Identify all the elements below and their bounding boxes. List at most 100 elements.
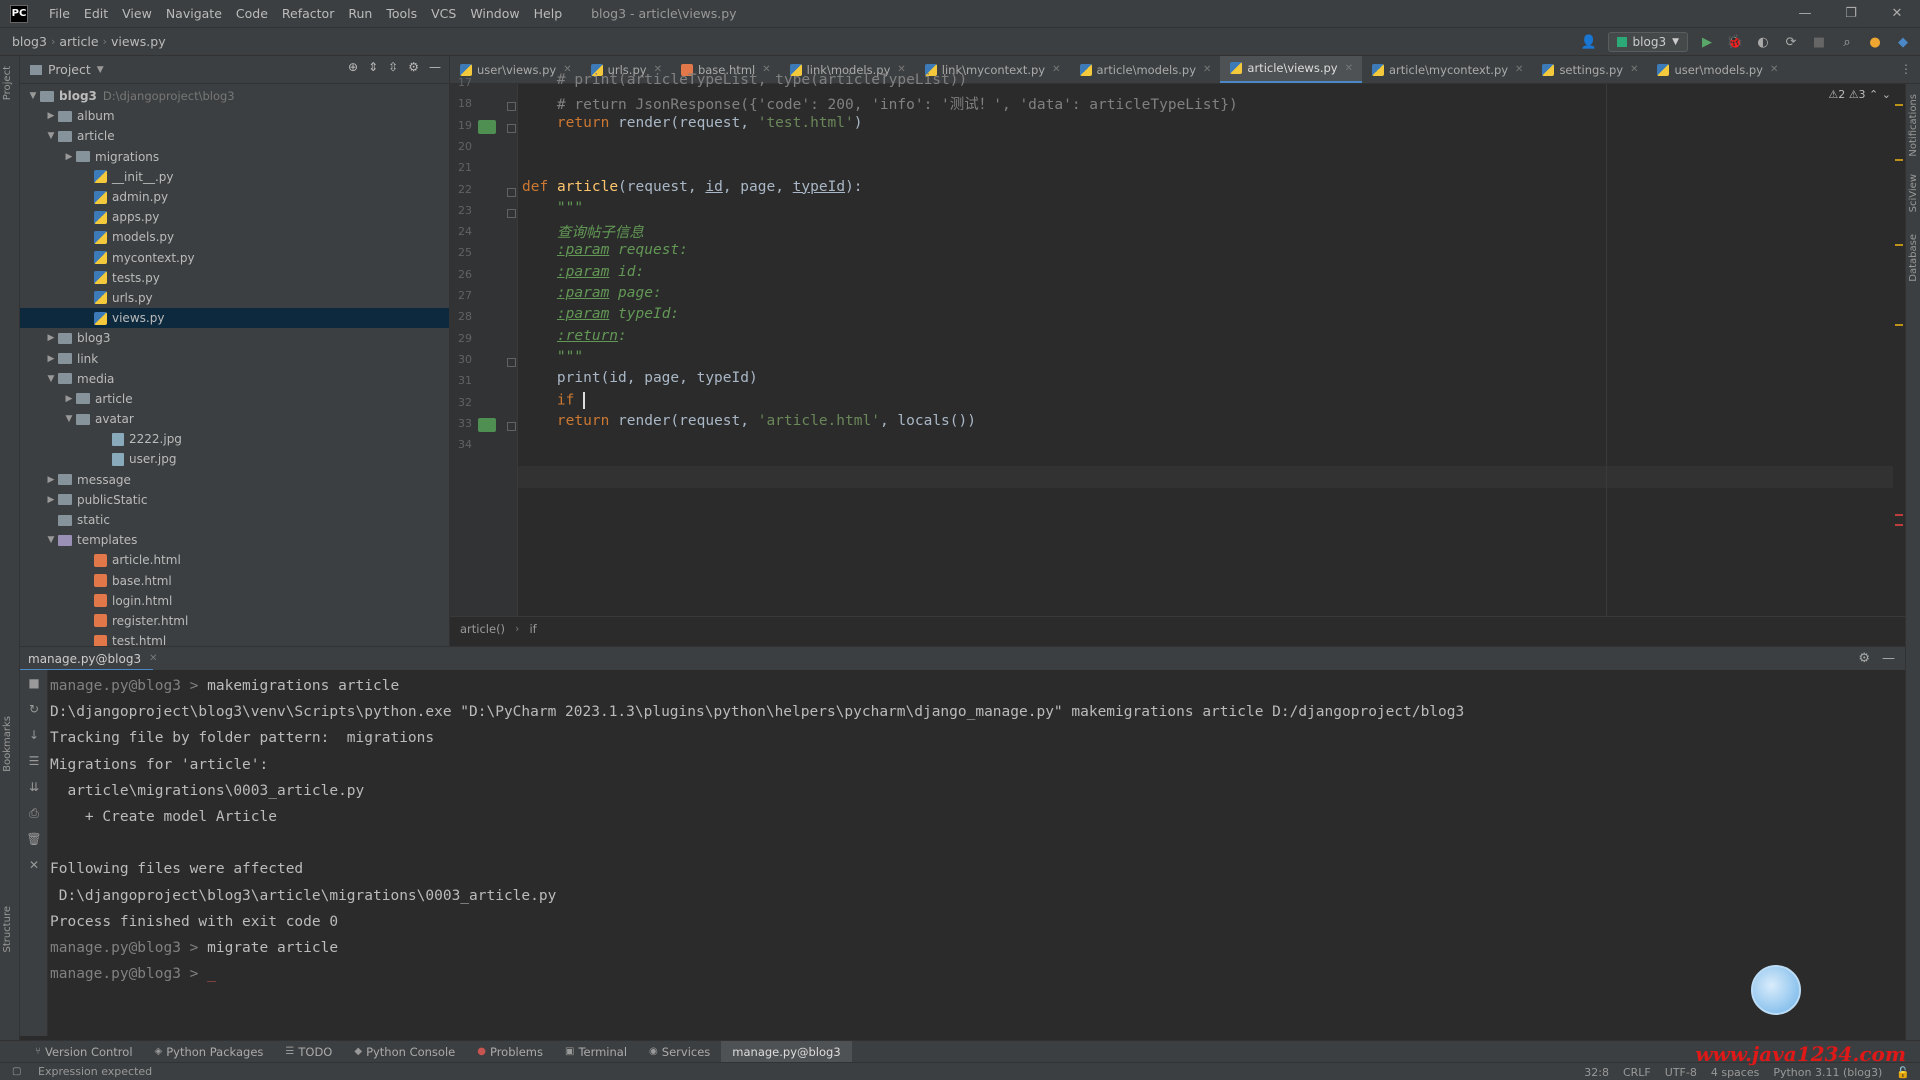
tree-item[interactable]: models.py bbox=[20, 227, 449, 247]
close-icon[interactable]: ✕ bbox=[149, 653, 157, 664]
close-icon[interactable]: ✕ bbox=[26, 858, 42, 874]
tree-item[interactable]: ▼ blog3 D:\djangoproject\blog3 bbox=[20, 86, 449, 106]
menu-file[interactable]: File bbox=[42, 6, 77, 21]
tree-item[interactable]: urls.py bbox=[20, 288, 449, 308]
tree-item[interactable]: ▶ blog3 bbox=[20, 328, 449, 348]
tree-item[interactable]: ▼ templates bbox=[20, 530, 449, 550]
tree-item[interactable]: article.html bbox=[20, 550, 449, 570]
menu-window[interactable]: Window bbox=[463, 6, 526, 21]
tree-item[interactable]: ▼ media bbox=[20, 369, 449, 389]
fold-marker-icon[interactable] bbox=[507, 357, 516, 367]
tree-item[interactable]: base.html bbox=[20, 571, 449, 591]
gear-icon[interactable]: ⚙ bbox=[1858, 651, 1870, 666]
editor-tab[interactable]: user\models.py ✕ bbox=[1647, 56, 1787, 83]
menu-help[interactable]: Help bbox=[527, 6, 570, 21]
code-line[interactable]: :param id: bbox=[522, 264, 644, 280]
code-editor[interactable]: 17 18 19 20 21 22 23 24 25 26 27 28 29 30 31 32 33 34 # p… bbox=[450, 72, 1905, 616]
print-icon[interactable]: ⎙ bbox=[26, 806, 42, 822]
close-icon[interactable]: ✕ bbox=[1052, 64, 1060, 75]
profile-icon[interactable]: ⟳ bbox=[1782, 33, 1800, 51]
tree-item[interactable]: user.jpg bbox=[20, 449, 449, 469]
code-line[interactable]: # return JsonResponse({'code': 200, 'inf… bbox=[522, 93, 1238, 114]
hide-icon[interactable]: — bbox=[1882, 651, 1895, 666]
minimize-button[interactable]: — bbox=[1782, 0, 1828, 28]
breadcrumb-file[interactable]: views.py bbox=[107, 34, 170, 49]
expanded-arrow-icon[interactable]: ▼ bbox=[44, 374, 58, 384]
tree-item[interactable]: admin.py bbox=[20, 187, 449, 207]
code-line[interactable]: # print(articleTypeList, type(articleTyp… bbox=[522, 72, 967, 88]
soft-wrap-icon[interactable]: ☰ bbox=[26, 754, 42, 770]
caret-position[interactable]: 32:8 bbox=[1584, 1066, 1609, 1079]
view-template-icon[interactable] bbox=[478, 417, 496, 432]
editor-scrollbar[interactable] bbox=[1893, 84, 1905, 616]
more-icon[interactable]: ⋮ bbox=[1900, 62, 1912, 76]
breadcrumb-function[interactable]: article() bbox=[460, 622, 505, 636]
search-icon[interactable]: ⌕ bbox=[1838, 33, 1856, 51]
debug-icon[interactable]: 🐞 bbox=[1726, 33, 1744, 51]
close-icon[interactable]: ✕ bbox=[1345, 63, 1353, 74]
maximize-button[interactable]: ❐ bbox=[1828, 0, 1874, 28]
rerun-icon[interactable]: ↻ bbox=[26, 702, 42, 718]
line-separator[interactable]: CRLF bbox=[1623, 1066, 1651, 1079]
collapsed-arrow-icon[interactable]: ▶ bbox=[62, 394, 76, 404]
console-output[interactable]: manage.py@blog3 > makemigrations article… bbox=[48, 670, 1905, 1036]
close-button[interactable]: ✕ bbox=[1874, 0, 1920, 28]
tool-window-tab[interactable]: ◈ Python Packages bbox=[144, 1045, 275, 1059]
tool-window-tab[interactable]: ▣ Terminal bbox=[554, 1045, 638, 1059]
menu-navigate[interactable]: Navigate bbox=[159, 6, 229, 21]
fold-marker-icon[interactable] bbox=[507, 208, 516, 218]
file-encoding[interactable]: UTF-8 bbox=[1665, 1066, 1697, 1079]
warning-marker[interactable] bbox=[1895, 324, 1903, 326]
warning-marker[interactable] bbox=[1895, 244, 1903, 246]
stop-icon[interactable]: ■ bbox=[26, 676, 42, 692]
breadcrumb-statement[interactable]: if bbox=[529, 622, 536, 636]
user-icon[interactable]: 👤 bbox=[1580, 33, 1598, 51]
close-icon[interactable]: ✕ bbox=[1203, 64, 1211, 75]
tool-window-tab[interactable]: ☰ TODO bbox=[274, 1045, 343, 1059]
tree-item[interactable]: ▶ article bbox=[20, 389, 449, 409]
expand-all-icon[interactable]: ⇕ bbox=[368, 60, 378, 74]
collapsed-arrow-icon[interactable]: ▶ bbox=[44, 475, 58, 485]
collapsed-arrow-icon[interactable]: ▶ bbox=[44, 495, 58, 505]
lock-icon[interactable]: 🔓 bbox=[1896, 1066, 1910, 1079]
tool-window-tab[interactable]: ◉ Services bbox=[638, 1045, 721, 1059]
notifications-tool-button[interactable]: Notifications bbox=[1908, 94, 1919, 157]
error-marker[interactable] bbox=[1895, 524, 1903, 526]
code-line[interactable]: :param request: bbox=[522, 242, 688, 258]
collapsed-arrow-icon[interactable]: ▶ bbox=[62, 152, 76, 162]
tree-item[interactable]: mycontext.py bbox=[20, 248, 449, 268]
menu-view[interactable]: View bbox=[115, 6, 159, 21]
fold-marker-icon[interactable] bbox=[507, 187, 516, 197]
tree-item[interactable]: ▶ publicStatic bbox=[20, 490, 449, 510]
tree-item[interactable]: 2222.jpg bbox=[20, 429, 449, 449]
tree-item[interactable]: ▶ migrations bbox=[20, 147, 449, 167]
fold-marker-icon[interactable] bbox=[507, 102, 516, 112]
run-icon[interactable]: ▶ bbox=[1698, 33, 1716, 51]
tree-item[interactable]: views.py bbox=[20, 308, 449, 329]
status-layout-icon[interactable]: ▢ bbox=[12, 1066, 21, 1077]
editor-tab[interactable]: article\views.py ✕ bbox=[1220, 56, 1362, 83]
tree-item[interactable]: __init__.py bbox=[20, 167, 449, 187]
database-tool-button[interactable]: Database bbox=[1908, 234, 1919, 282]
menu-vcs[interactable]: VCS bbox=[424, 6, 463, 21]
tree-item[interactable]: login.html bbox=[20, 591, 449, 611]
inspection-widget[interactable]: ⚠2 ⚠3 ⌃ ⌄ bbox=[1828, 88, 1891, 101]
tree-item[interactable]: static bbox=[20, 510, 449, 530]
scroll-to-end-icon[interactable]: ⇊ bbox=[26, 780, 42, 796]
breadcrumb-folder[interactable]: article bbox=[55, 34, 102, 49]
expanded-arrow-icon[interactable]: ▼ bbox=[26, 91, 40, 101]
project-tool-button[interactable]: Project bbox=[2, 66, 13, 100]
bookmarks-tool-button[interactable]: Bookmarks bbox=[2, 716, 13, 772]
code-line[interactable]: :return: bbox=[522, 328, 627, 344]
code-line[interactable]: return render(request, 'article.html', l… bbox=[522, 413, 976, 429]
code-line[interactable]: def article(request, id, page, typeId): bbox=[522, 179, 863, 195]
warning-marker[interactable] bbox=[1895, 104, 1903, 106]
editor-tab[interactable]: article\mycontext.py ✕ bbox=[1362, 56, 1532, 83]
run-configuration-dropdown[interactable]: blog3 ▼ bbox=[1607, 32, 1688, 52]
tool-window-tab[interactable]: manage.py@blog3 bbox=[721, 1040, 852, 1063]
fold-marker-icon[interactable] bbox=[507, 421, 516, 431]
indent-setting[interactable]: 4 spaces bbox=[1711, 1066, 1760, 1079]
code-line[interactable]: print(id, page, typeId) bbox=[522, 370, 758, 386]
gear-icon[interactable]: ⚙ bbox=[408, 60, 419, 74]
project-panel-title[interactable]: Project bbox=[48, 62, 91, 77]
